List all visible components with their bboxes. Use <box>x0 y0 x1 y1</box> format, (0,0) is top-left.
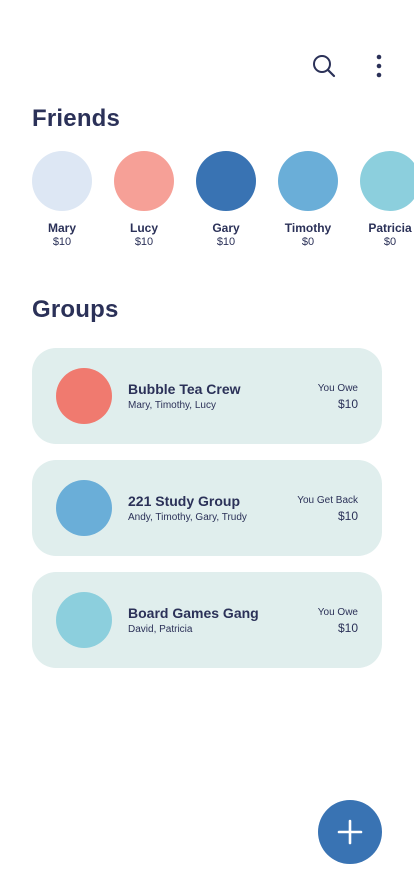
search-icon <box>313 55 336 78</box>
friend-name: Gary <box>212 221 240 235</box>
avatar <box>32 151 92 211</box>
friend-item-mary[interactable]: Mary $10 <box>21 151 103 249</box>
friend-item-timothy[interactable]: Timothy $0 <box>267 151 349 249</box>
plus-icon <box>337 819 363 845</box>
friend-name: Mary <box>47 221 76 235</box>
avatar <box>278 151 338 211</box>
avatar <box>196 151 256 211</box>
friend-item-gary[interactable]: Gary $10 <box>185 151 267 249</box>
friends-title: Friends <box>32 105 121 132</box>
group-card-board-games-gang[interactable]: Board Games Gang David, Patricia You Owe… <box>32 572 382 668</box>
friend-amount: $10 <box>52 236 72 248</box>
group-balance-amount: $10 <box>337 509 358 523</box>
more-options-button[interactable] <box>368 52 390 80</box>
groups-title: Groups <box>32 296 119 323</box>
group-avatar <box>56 480 112 536</box>
group-members: Mary, Timothy, Lucy <box>128 400 216 411</box>
group-avatar <box>56 592 112 648</box>
group-name: 221 Study Group <box>128 493 241 509</box>
group-name: Board Games Gang <box>128 605 259 621</box>
friend-name: Timothy <box>284 221 332 235</box>
friend-name: Patricia <box>368 221 412 235</box>
add-button[interactable] <box>318 800 382 864</box>
search-button[interactable] <box>311 52 337 80</box>
group-card-221-study-group[interactable]: 221 Study Group Andy, Timothy, Gary, Tru… <box>32 460 382 556</box>
group-balance-status: You Get Back <box>297 495 358 506</box>
friends-list: Mary $10 Lucy $10 Gary $10 Timothy $0 Pa… <box>0 151 414 261</box>
friend-amount: $0 <box>301 236 315 248</box>
friend-item-lucy[interactable]: Lucy $10 <box>103 151 185 249</box>
avatar <box>114 151 174 211</box>
friend-amount: $0 <box>383 236 397 248</box>
group-balance-status: You Owe <box>317 383 358 394</box>
friend-item-patricia[interactable]: Patricia $0 <box>349 151 414 249</box>
group-name: Bubble Tea Crew <box>128 381 241 397</box>
more-vertical-icon <box>376 54 382 78</box>
top-bar <box>0 52 414 80</box>
group-card-bubble-tea-crew[interactable]: Bubble Tea Crew Mary, Timothy, Lucy You … <box>32 348 382 444</box>
friend-amount: $10 <box>216 236 236 248</box>
group-balance-amount: $10 <box>337 397 358 411</box>
group-balance-status: You Owe <box>317 607 358 618</box>
group-members: Andy, Timothy, Gary, Trudy <box>128 512 247 523</box>
group-balance-amount: $10 <box>337 621 358 635</box>
group-members: David, Patricia <box>128 624 193 635</box>
friend-amount: $10 <box>134 236 154 248</box>
group-avatar <box>56 368 112 424</box>
friend-name: Lucy <box>129 221 158 235</box>
avatar <box>360 151 414 211</box>
